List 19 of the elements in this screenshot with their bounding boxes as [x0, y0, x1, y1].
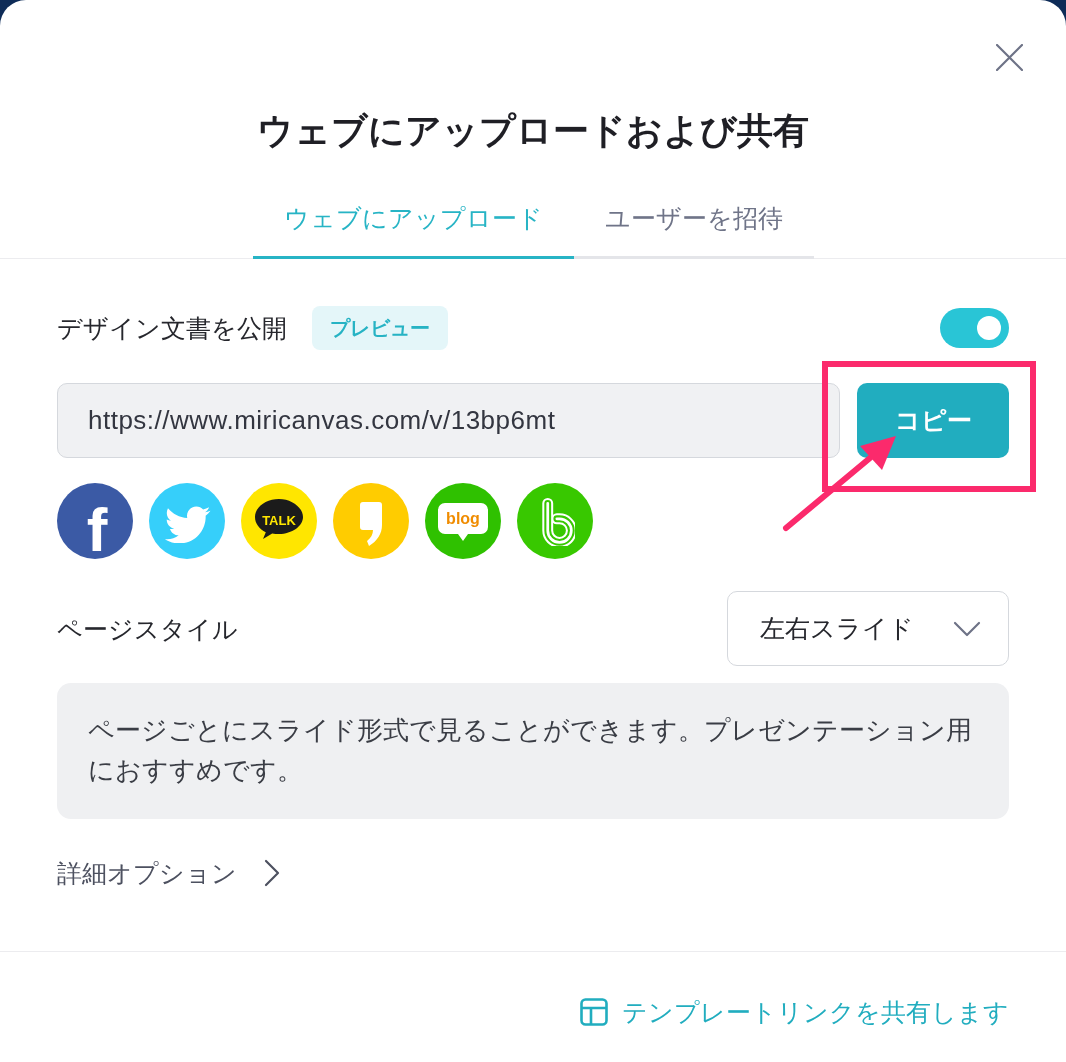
publish-label: デザイン文書を公開: [57, 313, 287, 344]
facebook-button[interactable]: f: [57, 483, 133, 559]
page-style-dropdown[interactable]: 左右スライド: [727, 591, 1009, 666]
advanced-options-toggle[interactable]: 詳細オプション: [57, 855, 280, 891]
chevron-down-icon: [953, 620, 981, 637]
dialog-title: ウェブにアップロードおよび共有: [257, 109, 809, 153]
speech-bubble-icon: [254, 498, 304, 540]
quote-mark-icon: [360, 502, 382, 546]
toggle-switch[interactable]: [940, 308, 1009, 348]
talk-button[interactable]: TALK: [241, 483, 317, 559]
layout-icon: [580, 998, 608, 1026]
close-icon: [996, 44, 1023, 71]
tab[interactable]: ユーザーを招待: [573, 181, 814, 259]
url-field[interactable]: https://www.miricanvas.com/v/13bp6mt: [57, 383, 840, 458]
page-style-label: ページスタイル: [57, 613, 238, 645]
preview-badge: プレビュー: [312, 306, 448, 350]
speech-bubble-icon: [437, 502, 489, 542]
close-button[interactable]: [996, 44, 1023, 71]
description-text: ページごとにスライド形式で見ることができます。プレゼンテーション用におすすめです。: [57, 683, 1009, 819]
